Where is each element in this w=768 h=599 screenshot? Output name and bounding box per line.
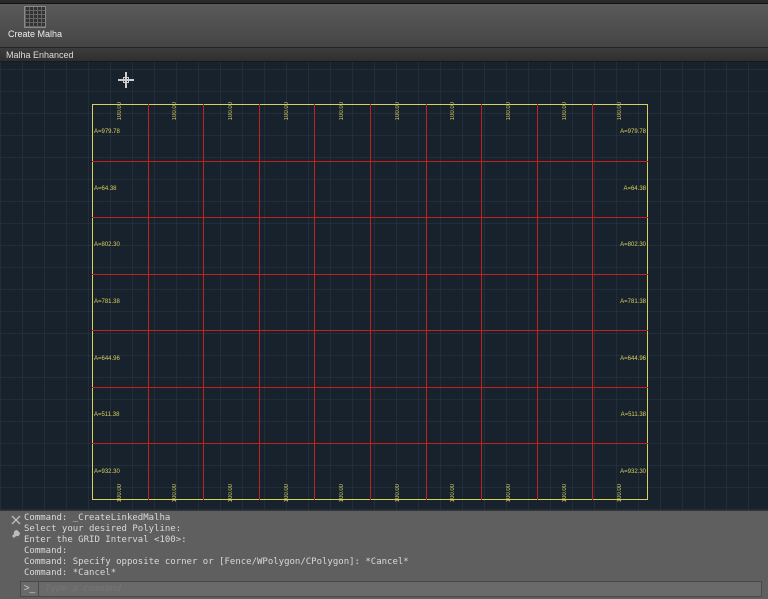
grid-line-vertical bbox=[592, 104, 593, 500]
dim-label: 100.00 bbox=[395, 102, 401, 120]
dim-label: 100.00 bbox=[172, 484, 178, 502]
dim-label: 100.00 bbox=[617, 102, 623, 120]
dim-label: 100.00 bbox=[172, 102, 178, 120]
dim-label: 100.00 bbox=[339, 102, 345, 120]
command-input[interactable] bbox=[39, 584, 761, 594]
grid-line-vertical bbox=[537, 104, 538, 500]
dim-label: 100.00 bbox=[117, 484, 123, 502]
dim-label: 100.00 bbox=[395, 484, 401, 502]
command-history-line: Select your desired Polyline: bbox=[24, 524, 409, 535]
drawing-viewport[interactable]: 100.00 100.00 100.00 100.00 100.00 100.00 100.… bbox=[0, 62, 768, 510]
ribbon-panel-strip: Malha Enhanced bbox=[0, 48, 768, 62]
dim-label: A=511.38 bbox=[621, 412, 646, 418]
grid-line-horizontal bbox=[92, 274, 648, 275]
command-gutter bbox=[8, 513, 24, 579]
grid-line-vertical bbox=[426, 104, 427, 500]
dim-label: 100.00 bbox=[339, 484, 345, 502]
dim-label: A=979.78 bbox=[620, 129, 646, 135]
ribbon-toolbar: Create Malha bbox=[0, 4, 768, 48]
dim-label: 100.00 bbox=[117, 102, 123, 120]
command-history-line: Command: bbox=[24, 546, 409, 557]
dim-label: A=64.38 bbox=[94, 186, 117, 192]
command-prompt-icon: >_ bbox=[21, 582, 39, 596]
dim-label: A=781.38 bbox=[94, 299, 120, 305]
grid-icon bbox=[24, 6, 46, 28]
grid-line-horizontal bbox=[92, 387, 648, 388]
command-history[interactable]: Command: _CreateLinkedMalhaSelect your d… bbox=[24, 513, 409, 579]
dim-label: A=64.38 bbox=[623, 186, 646, 192]
grid-line-vertical bbox=[259, 104, 260, 500]
dim-label: 100.00 bbox=[617, 484, 623, 502]
dim-label: A=802.30 bbox=[94, 242, 120, 248]
create-malha-label: Create Malha bbox=[8, 29, 62, 39]
dim-label: 100.00 bbox=[228, 102, 234, 120]
dim-label: 100.00 bbox=[562, 102, 568, 120]
wrench-icon[interactable] bbox=[11, 529, 21, 539]
grid-line-vertical bbox=[148, 104, 149, 500]
grid-line-vertical bbox=[203, 104, 204, 500]
dim-label: A=802.30 bbox=[620, 242, 646, 248]
malha-grid-object[interactable]: 100.00 100.00 100.00 100.00 100.00 100.00 100.… bbox=[92, 104, 648, 500]
grid-line-horizontal bbox=[92, 161, 648, 162]
grid-line-horizontal bbox=[92, 443, 648, 444]
dim-label: 100.00 bbox=[562, 484, 568, 502]
dim-label: A=644.96 bbox=[620, 356, 646, 362]
dim-label: A=932.30 bbox=[620, 469, 646, 475]
command-history-line: Command: _CreateLinkedMalha bbox=[24, 513, 409, 524]
command-history-line: Command: Specify opposite corner or [Fen… bbox=[24, 557, 409, 568]
dim-label: A=781.38 bbox=[620, 299, 646, 305]
grid-line-vertical bbox=[370, 104, 371, 500]
dim-label: 100.00 bbox=[506, 102, 512, 120]
dim-label: 100.00 bbox=[450, 484, 456, 502]
dim-label: 100.00 bbox=[228, 484, 234, 502]
create-malha-button[interactable]: Create Malha bbox=[0, 4, 70, 47]
dim-label: 100.00 bbox=[450, 102, 456, 120]
dim-label: 100.00 bbox=[284, 484, 290, 502]
panel-name: Malha Enhanced bbox=[6, 50, 76, 60]
close-icon[interactable] bbox=[11, 515, 21, 525]
grid-line-horizontal bbox=[92, 217, 648, 218]
command-history-line: Enter the GRID Interval <100>: bbox=[24, 535, 409, 546]
dim-label: A=932.30 bbox=[94, 469, 120, 475]
grid-line-vertical bbox=[314, 104, 315, 500]
grid-line-vertical bbox=[481, 104, 482, 500]
dim-label: A=511.38 bbox=[94, 412, 119, 418]
grid-line-horizontal bbox=[92, 330, 648, 331]
crosshair-cursor bbox=[118, 72, 134, 88]
command-history-line: Command: *Cancel* bbox=[24, 568, 409, 579]
dim-label: 100.00 bbox=[284, 102, 290, 120]
dim-label: A=979.78 bbox=[94, 129, 120, 135]
dim-label: 100.00 bbox=[506, 484, 512, 502]
command-input-row[interactable]: >_ bbox=[20, 581, 762, 597]
dim-label: A=644.96 bbox=[94, 356, 120, 362]
command-window: Command: _CreateLinkedMalhaSelect your d… bbox=[0, 510, 768, 599]
